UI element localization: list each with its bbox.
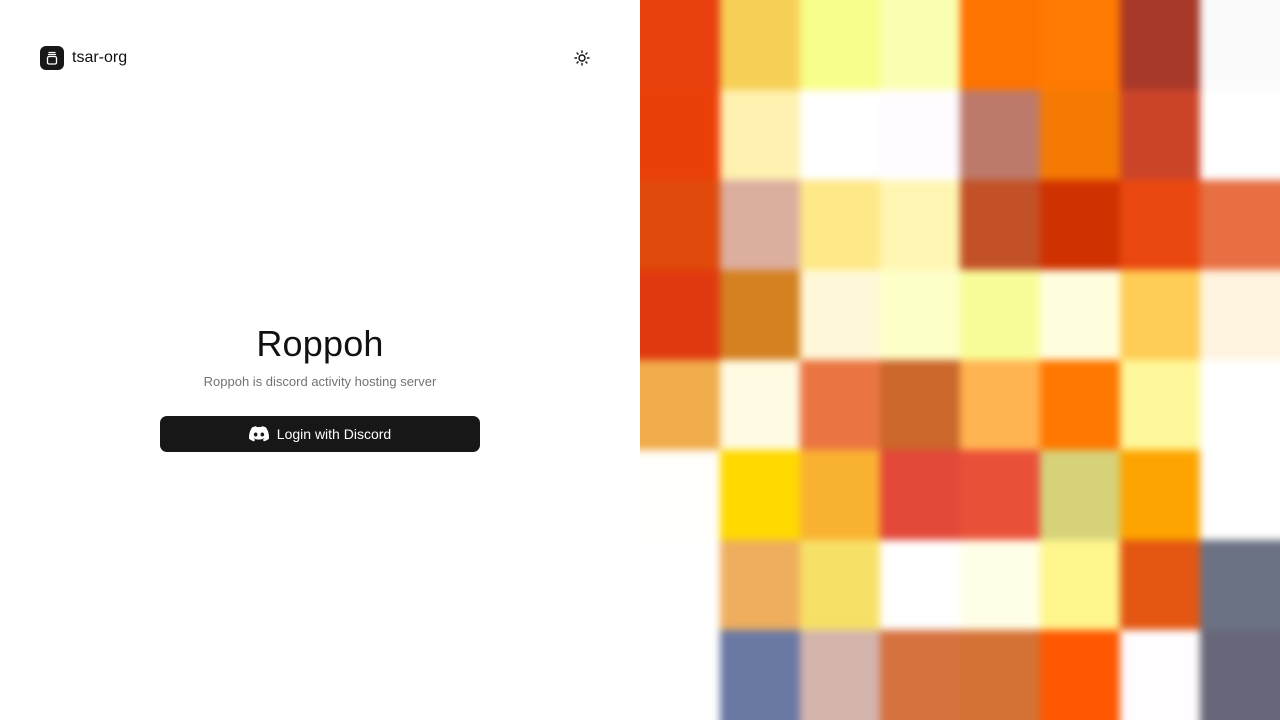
mosaic-tile [800, 0, 880, 90]
pixel-mosaic [640, 0, 1280, 720]
mosaic-tile [1120, 540, 1200, 630]
mosaic-tile [1040, 630, 1120, 720]
mosaic-tile [1040, 180, 1120, 270]
mosaic-tile [640, 450, 720, 540]
mosaic-tile [720, 0, 800, 90]
theme-toggle-button[interactable] [572, 48, 592, 68]
mosaic-tile [960, 540, 1040, 630]
mosaic-tile [1200, 360, 1280, 450]
mosaic-tile [880, 0, 960, 90]
mosaic-tile [640, 630, 720, 720]
mosaic-tile [960, 180, 1040, 270]
mosaic-tile [1040, 540, 1120, 630]
mosaic-tile [1120, 630, 1200, 720]
brand-link[interactable]: tsar-org [40, 46, 127, 70]
mosaic-tile [1120, 450, 1200, 540]
mosaic-tile [640, 180, 720, 270]
mosaic-tile [880, 90, 960, 180]
mosaic-tile [640, 360, 720, 450]
discord-icon [248, 426, 269, 442]
mosaic-tile [960, 360, 1040, 450]
page-subtitle: Roppoh is discord activity hosting serve… [203, 374, 437, 389]
jar-icon [40, 46, 64, 70]
mosaic-tile [960, 270, 1040, 360]
mosaic-tile [1040, 0, 1120, 90]
mosaic-tile [960, 630, 1040, 720]
page-title: Roppoh [256, 323, 384, 364]
login-with-discord-button[interactable]: Login with Discord [160, 416, 480, 452]
mosaic-tile [800, 90, 880, 180]
mosaic-tile [960, 90, 1040, 180]
mosaic-tile [1040, 90, 1120, 180]
mosaic-tile [640, 540, 720, 630]
mosaic-tile [800, 450, 880, 540]
left-pane: tsar-org Roppoh Roppoh is discord activi… [0, 0, 640, 720]
mosaic-tile [1040, 450, 1120, 540]
mosaic-tile [720, 180, 800, 270]
mosaic-tile [720, 270, 800, 360]
hero-section: Roppoh Roppoh is discord activity hostin… [0, 320, 640, 391]
mosaic-tile [1200, 540, 1280, 630]
mosaic-tile [800, 630, 880, 720]
mosaic-background [640, 0, 1280, 720]
mosaic-tile [880, 360, 960, 450]
mosaic-tile [640, 0, 720, 90]
mosaic-tile [720, 90, 800, 180]
mosaic-tile [640, 90, 720, 180]
mosaic-tile [1200, 270, 1280, 360]
mosaic-tile [960, 0, 1040, 90]
mosaic-tile [1200, 90, 1280, 180]
mosaic-tile [960, 450, 1040, 540]
mosaic-tile [880, 270, 960, 360]
brand-name: tsar-org [72, 49, 128, 66]
mosaic-tile [1200, 0, 1280, 90]
mosaic-tile [1120, 90, 1200, 180]
mosaic-tile [1120, 180, 1200, 270]
mosaic-tile [1040, 270, 1120, 360]
mosaic-tile [800, 360, 880, 450]
mosaic-tile [640, 270, 720, 360]
login-button-label: Login with Discord [276, 426, 392, 442]
mosaic-tile [1200, 180, 1280, 270]
mosaic-tile [880, 450, 960, 540]
mosaic-tile [1120, 0, 1200, 90]
mosaic-tile [720, 630, 800, 720]
mosaic-tile [1200, 630, 1280, 720]
mosaic-tile [800, 270, 880, 360]
sun-icon [574, 50, 590, 66]
mosaic-tile [1040, 360, 1120, 450]
mosaic-tile [1200, 450, 1280, 540]
mosaic-tile [880, 540, 960, 630]
mosaic-tile [880, 630, 960, 720]
mosaic-tile [800, 540, 880, 630]
mosaic-tile [880, 180, 960, 270]
mosaic-tile [1120, 270, 1200, 360]
mosaic-tile [1120, 360, 1200, 450]
mosaic-tile [720, 540, 800, 630]
mosaic-tile [720, 450, 800, 540]
mosaic-tile [720, 360, 800, 450]
mosaic-tile [800, 180, 880, 270]
